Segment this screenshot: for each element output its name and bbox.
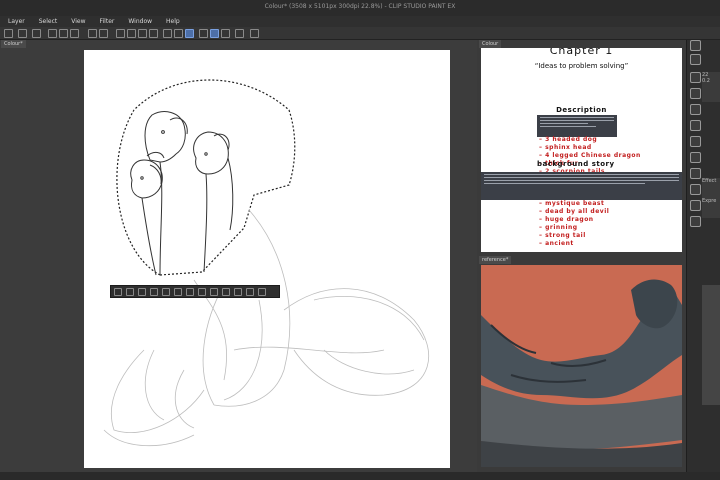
right-panel-strip [686, 40, 720, 472]
drawing-canvas[interactable] [84, 50, 450, 468]
notes-subtitle: “Ideas to problem solving” [534, 62, 629, 70]
description-item: sphinx head [539, 144, 641, 152]
crop-icon[interactable] [126, 287, 134, 296]
reference-tab-colour[interactable]: Colour [479, 40, 502, 48]
expand-selection-icon[interactable] [138, 287, 146, 296]
info-icon[interactable] [690, 216, 701, 227]
text-highlight-box [481, 172, 682, 200]
paste-icon[interactable] [210, 287, 218, 296]
new-file-icon[interactable] [48, 29, 57, 38]
material-icon[interactable] [690, 184, 701, 195]
snap-grid-icon[interactable] [221, 29, 230, 38]
menu-view[interactable]: View [71, 18, 85, 25]
menu-filter[interactable]: Filter [100, 18, 115, 25]
tool-property-icon[interactable] [690, 88, 701, 99]
status-bar [0, 472, 720, 480]
color-wheel-icon[interactable] [690, 120, 701, 131]
window-title: Colour* (3508 x 5101px 300dpi 22.8%) - C… [264, 3, 456, 10]
deselect-icon[interactable] [149, 29, 158, 38]
layer-panel-edge [702, 285, 720, 405]
text-highlight-box [537, 115, 617, 137]
background-item: strong tail [539, 232, 609, 240]
open-file-icon[interactable] [59, 29, 68, 38]
fill-icon[interactable] [127, 29, 136, 38]
sketch-artwork [103, 79, 429, 447]
eyedropper-icon[interactable] [250, 29, 259, 38]
brush-settings-icon[interactable] [18, 29, 27, 38]
cut-icon[interactable] [186, 287, 194, 296]
notes-background-heading: background story [537, 160, 615, 168]
select-all-icon[interactable] [163, 29, 172, 38]
pen-pressure-icon[interactable] [235, 29, 244, 38]
notes-description-heading: Description [556, 106, 607, 114]
brush-size-icon[interactable] [690, 104, 701, 115]
fill-selection-icon[interactable] [234, 287, 242, 296]
reference-tab-image[interactable]: reference* [479, 256, 512, 264]
undo-icon[interactable] [88, 29, 97, 38]
copy-icon[interactable] [198, 287, 206, 296]
menu-window[interactable]: Window [128, 18, 152, 25]
property-panel-edge: 22 0.2 [702, 72, 720, 102]
background-item: mystique beast [539, 200, 609, 208]
history-icon[interactable] [690, 152, 701, 163]
more-options-icon[interactable] [258, 287, 266, 296]
layer-icon[interactable] [690, 168, 701, 179]
hamburger-menu-icon[interactable] [4, 29, 13, 38]
background-item: ancient [539, 240, 609, 248]
command-bar [0, 27, 720, 40]
reference-notes-page[interactable]: Chapter 1 “Ideas to problem solving” Des… [481, 48, 682, 252]
color-set-icon[interactable] [690, 136, 701, 147]
notes-chapter-title: Chapter 1 [549, 48, 614, 57]
snap-ruler-icon[interactable] [199, 29, 208, 38]
material-icon[interactable] [32, 29, 41, 38]
menu-layer[interactable]: Layer [8, 18, 25, 25]
sub-tool-icon[interactable] [690, 72, 701, 83]
transparent-icon[interactable] [246, 287, 254, 296]
background-item: grinning [539, 224, 609, 232]
selection-launcher-bar [110, 285, 280, 298]
search-icon[interactable] [690, 200, 701, 211]
dragon-statue-photo[interactable] [481, 265, 682, 467]
title-bar: Colour* (3508 x 5101px 300dpi 22.8%) - C… [0, 0, 720, 16]
menu-select[interactable]: Select [39, 18, 58, 25]
snap-special-ruler-icon[interactable] [210, 29, 219, 38]
background-list: mystique beast dead by all devil huge dr… [539, 200, 609, 248]
description-item: 3 headed dog [539, 136, 641, 144]
deselect-icon[interactable] [114, 287, 122, 296]
description-item: 4 legged Chinese dragon [539, 152, 641, 160]
scale-icon[interactable] [162, 287, 170, 296]
transform-icon[interactable] [138, 29, 147, 38]
effect-panel-edge: Effect Expre [702, 178, 720, 218]
background-item: dead by all devil [539, 208, 609, 216]
clear-icon[interactable] [116, 29, 125, 38]
layer-property-icon[interactable] [690, 54, 701, 65]
opacity-value: 0.2 [702, 78, 710, 84]
menu-help[interactable]: Help [166, 18, 180, 25]
description-list: 3 headed dog sphinx head 4 legged Chines… [539, 136, 641, 176]
expression-label: Expre [702, 198, 717, 204]
new-layer-icon[interactable] [222, 287, 230, 296]
show-selection-icon[interactable] [185, 29, 194, 38]
rotate-icon[interactable] [174, 287, 182, 296]
save-icon[interactable] [70, 29, 79, 38]
dragon-statue-image [481, 279, 682, 467]
shrink-selection-icon[interactable] [150, 287, 158, 296]
background-item: huge dragon [539, 216, 609, 224]
effect-label: Effect [702, 178, 717, 184]
redo-icon[interactable] [99, 29, 108, 38]
navigator-icon[interactable] [690, 40, 701, 51]
canvas-tab[interactable]: Colour* [1, 40, 26, 48]
menu-bar: Layer Select View Filter Window Help [0, 16, 720, 27]
invert-selection-icon[interactable] [174, 29, 183, 38]
